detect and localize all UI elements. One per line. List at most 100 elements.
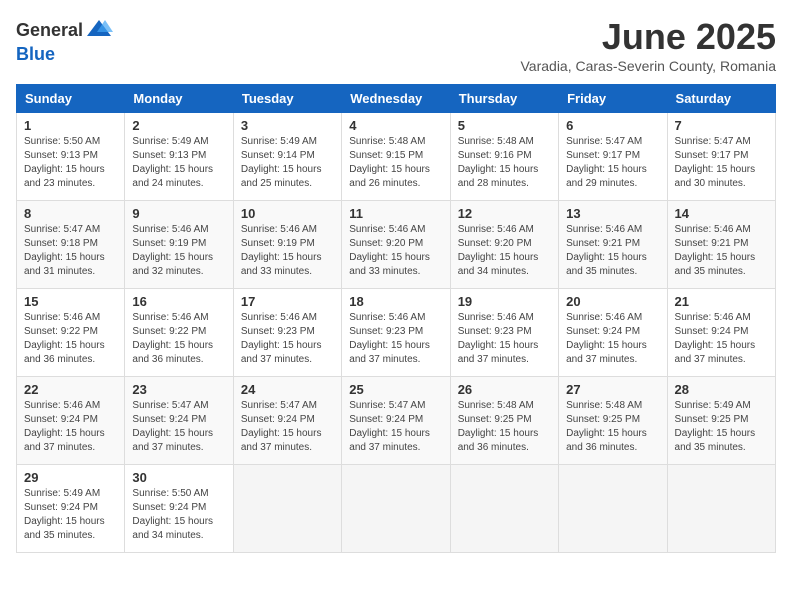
day-number: 8 (24, 206, 117, 221)
calendar-cell: 13 Sunrise: 5:46 AM Sunset: 9:21 PM Dayl… (559, 201, 667, 289)
calendar-cell: 1 Sunrise: 5:50 AM Sunset: 9:13 PM Dayli… (17, 113, 125, 201)
day-number: 2 (132, 118, 225, 133)
title-section: June 2025 Varadia, Caras-Severin County,… (521, 16, 777, 74)
week-row-4: 22 Sunrise: 5:46 AM Sunset: 9:24 PM Dayl… (17, 377, 776, 465)
calendar-cell: 21 Sunrise: 5:46 AM Sunset: 9:24 PM Dayl… (667, 289, 775, 377)
day-info: Sunrise: 5:49 AM Sunset: 9:25 PM Dayligh… (675, 399, 768, 455)
day-number: 24 (241, 382, 334, 397)
calendar-cell (559, 465, 667, 553)
day-number: 21 (675, 294, 768, 309)
day-number: 14 (675, 206, 768, 221)
calendar-cell: 14 Sunrise: 5:46 AM Sunset: 9:21 PM Dayl… (667, 201, 775, 289)
day-info: Sunrise: 5:47 AM Sunset: 9:24 PM Dayligh… (349, 399, 442, 455)
week-row-1: 1 Sunrise: 5:50 AM Sunset: 9:13 PM Dayli… (17, 113, 776, 201)
day-info: Sunrise: 5:47 AM Sunset: 9:18 PM Dayligh… (24, 223, 117, 279)
day-number: 30 (132, 470, 225, 485)
day-info: Sunrise: 5:46 AM Sunset: 9:22 PM Dayligh… (24, 311, 117, 367)
day-info: Sunrise: 5:46 AM Sunset: 9:24 PM Dayligh… (675, 311, 768, 367)
weekday-header-saturday: Saturday (667, 85, 775, 113)
day-info: Sunrise: 5:47 AM Sunset: 9:17 PM Dayligh… (566, 135, 659, 191)
day-info: Sunrise: 5:46 AM Sunset: 9:23 PM Dayligh… (241, 311, 334, 367)
day-number: 5 (458, 118, 551, 133)
logo-blue-text: Blue (16, 44, 55, 64)
day-info: Sunrise: 5:49 AM Sunset: 9:13 PM Dayligh… (132, 135, 225, 191)
calendar-cell: 28 Sunrise: 5:49 AM Sunset: 9:25 PM Dayl… (667, 377, 775, 465)
calendar-title: June 2025 (521, 16, 777, 58)
day-number: 15 (24, 294, 117, 309)
calendar-cell: 30 Sunrise: 5:50 AM Sunset: 9:24 PM Dayl… (125, 465, 233, 553)
day-number: 25 (349, 382, 442, 397)
day-info: Sunrise: 5:46 AM Sunset: 9:21 PM Dayligh… (566, 223, 659, 279)
calendar-cell: 10 Sunrise: 5:46 AM Sunset: 9:19 PM Dayl… (233, 201, 341, 289)
calendar-cell: 19 Sunrise: 5:46 AM Sunset: 9:23 PM Dayl… (450, 289, 558, 377)
day-info: Sunrise: 5:49 AM Sunset: 9:24 PM Dayligh… (24, 487, 117, 543)
weekday-header-monday: Monday (125, 85, 233, 113)
calendar-subtitle: Varadia, Caras-Severin County, Romania (521, 58, 777, 74)
calendar-cell: 4 Sunrise: 5:48 AM Sunset: 9:15 PM Dayli… (342, 113, 450, 201)
day-info: Sunrise: 5:46 AM Sunset: 9:19 PM Dayligh… (132, 223, 225, 279)
day-info: Sunrise: 5:48 AM Sunset: 9:15 PM Dayligh… (349, 135, 442, 191)
day-number: 1 (24, 118, 117, 133)
day-info: Sunrise: 5:46 AM Sunset: 9:20 PM Dayligh… (458, 223, 551, 279)
day-info: Sunrise: 5:46 AM Sunset: 9:23 PM Dayligh… (349, 311, 442, 367)
header: General Blue June 2025 Varadia, Caras-Se… (16, 16, 776, 74)
calendar-cell: 15 Sunrise: 5:46 AM Sunset: 9:22 PM Dayl… (17, 289, 125, 377)
calendar-cell (450, 465, 558, 553)
calendar-cell: 18 Sunrise: 5:46 AM Sunset: 9:23 PM Dayl… (342, 289, 450, 377)
calendar-cell: 7 Sunrise: 5:47 AM Sunset: 9:17 PM Dayli… (667, 113, 775, 201)
day-number: 29 (24, 470, 117, 485)
calendar-cell (342, 465, 450, 553)
day-number: 23 (132, 382, 225, 397)
logo-icon (85, 16, 113, 44)
weekday-header-tuesday: Tuesday (233, 85, 341, 113)
week-row-3: 15 Sunrise: 5:46 AM Sunset: 9:22 PM Dayl… (17, 289, 776, 377)
calendar-cell: 11 Sunrise: 5:46 AM Sunset: 9:20 PM Dayl… (342, 201, 450, 289)
weekday-header-row: SundayMondayTuesdayWednesdayThursdayFrid… (17, 85, 776, 113)
day-number: 28 (675, 382, 768, 397)
day-info: Sunrise: 5:46 AM Sunset: 9:21 PM Dayligh… (675, 223, 768, 279)
weekday-header-friday: Friday (559, 85, 667, 113)
calendar-cell: 9 Sunrise: 5:46 AM Sunset: 9:19 PM Dayli… (125, 201, 233, 289)
day-number: 19 (458, 294, 551, 309)
calendar-cell: 27 Sunrise: 5:48 AM Sunset: 9:25 PM Dayl… (559, 377, 667, 465)
day-number: 4 (349, 118, 442, 133)
day-info: Sunrise: 5:46 AM Sunset: 9:24 PM Dayligh… (24, 399, 117, 455)
calendar-cell: 8 Sunrise: 5:47 AM Sunset: 9:18 PM Dayli… (17, 201, 125, 289)
day-number: 13 (566, 206, 659, 221)
calendar-cell: 12 Sunrise: 5:46 AM Sunset: 9:20 PM Dayl… (450, 201, 558, 289)
day-info: Sunrise: 5:46 AM Sunset: 9:19 PM Dayligh… (241, 223, 334, 279)
day-number: 3 (241, 118, 334, 133)
day-number: 16 (132, 294, 225, 309)
calendar-cell (667, 465, 775, 553)
calendar-cell: 3 Sunrise: 5:49 AM Sunset: 9:14 PM Dayli… (233, 113, 341, 201)
calendar-cell: 22 Sunrise: 5:46 AM Sunset: 9:24 PM Dayl… (17, 377, 125, 465)
weekday-header-sunday: Sunday (17, 85, 125, 113)
calendar-cell: 23 Sunrise: 5:47 AM Sunset: 9:24 PM Dayl… (125, 377, 233, 465)
day-info: Sunrise: 5:50 AM Sunset: 9:24 PM Dayligh… (132, 487, 225, 543)
calendar-cell: 25 Sunrise: 5:47 AM Sunset: 9:24 PM Dayl… (342, 377, 450, 465)
calendar-cell: 6 Sunrise: 5:47 AM Sunset: 9:17 PM Dayli… (559, 113, 667, 201)
day-info: Sunrise: 5:50 AM Sunset: 9:13 PM Dayligh… (24, 135, 117, 191)
calendar-cell: 5 Sunrise: 5:48 AM Sunset: 9:16 PM Dayli… (450, 113, 558, 201)
day-info: Sunrise: 5:49 AM Sunset: 9:14 PM Dayligh… (241, 135, 334, 191)
day-info: Sunrise: 5:46 AM Sunset: 9:20 PM Dayligh… (349, 223, 442, 279)
day-info: Sunrise: 5:46 AM Sunset: 9:22 PM Dayligh… (132, 311, 225, 367)
week-row-2: 8 Sunrise: 5:47 AM Sunset: 9:18 PM Dayli… (17, 201, 776, 289)
logo: General Blue (16, 16, 113, 65)
day-number: 11 (349, 206, 442, 221)
day-info: Sunrise: 5:47 AM Sunset: 9:17 PM Dayligh… (675, 135, 768, 191)
day-number: 18 (349, 294, 442, 309)
day-info: Sunrise: 5:48 AM Sunset: 9:25 PM Dayligh… (566, 399, 659, 455)
calendar-cell: 2 Sunrise: 5:49 AM Sunset: 9:13 PM Dayli… (125, 113, 233, 201)
day-number: 6 (566, 118, 659, 133)
calendar-cell: 24 Sunrise: 5:47 AM Sunset: 9:24 PM Dayl… (233, 377, 341, 465)
day-number: 26 (458, 382, 551, 397)
calendar-cell: 17 Sunrise: 5:46 AM Sunset: 9:23 PM Dayl… (233, 289, 341, 377)
day-number: 22 (24, 382, 117, 397)
day-info: Sunrise: 5:47 AM Sunset: 9:24 PM Dayligh… (241, 399, 334, 455)
day-info: Sunrise: 5:46 AM Sunset: 9:23 PM Dayligh… (458, 311, 551, 367)
calendar-cell: 20 Sunrise: 5:46 AM Sunset: 9:24 PM Dayl… (559, 289, 667, 377)
day-number: 9 (132, 206, 225, 221)
day-number: 12 (458, 206, 551, 221)
weekday-header-thursday: Thursday (450, 85, 558, 113)
